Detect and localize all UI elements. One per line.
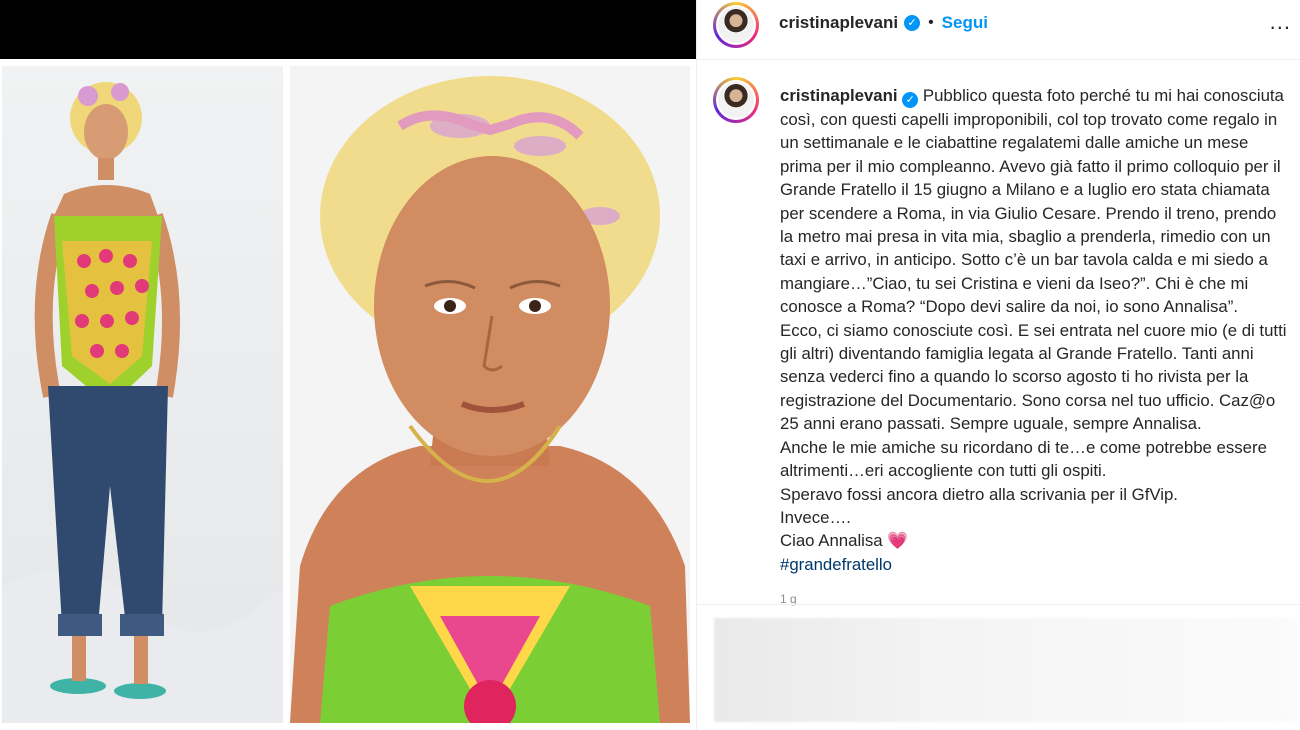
avatar[interactable] (713, 2, 759, 48)
avatar-image (718, 82, 754, 118)
caption-text-3: Anche le mie amiche su ricordano di te…e… (780, 437, 1267, 481)
post-header: cristinaplevani ✓ • Segui ... (697, 0, 1300, 60)
hashtag-line: #grandefratello (780, 553, 1290, 576)
caption-text-2: Ecco, ci siamo conosciute così. E sei en… (780, 320, 1287, 434)
verified-badge-icon: ✓ (902, 92, 919, 108)
woman-portrait-illustration (290, 66, 690, 723)
separator-dot: • (928, 14, 934, 31)
blurred-actions-area (714, 618, 1298, 722)
more-options-icon[interactable]: ... (1270, 9, 1291, 35)
post-caption: cristinaplevani ✓ Pubblico questa foto p… (780, 84, 1290, 576)
post-media[interactable] (0, 0, 696, 730)
avatar-image (718, 7, 754, 43)
photo-full-body (2, 66, 283, 723)
username-link[interactable]: cristinaplevani (779, 13, 898, 33)
header-user-row: cristinaplevani ✓ • Segui (779, 13, 988, 33)
woman-full-body-illustration (2, 66, 283, 723)
caption-text-1: Pubblico questa foto perché tu mi hai co… (780, 86, 1284, 317)
panel-divider (696, 604, 1300, 605)
avatar-ring-inner (716, 5, 756, 45)
heart-emoji-icon: 💗 (887, 531, 909, 551)
follow-button[interactable]: Segui (942, 13, 988, 33)
hashtag-link[interactable]: #grandefratello (780, 555, 892, 574)
caption-avatar[interactable] (713, 77, 759, 123)
caption-text-5: Invece…. (780, 507, 851, 527)
caption-text-6: Ciao Annalisa (780, 531, 883, 551)
caption-line-greeting: Ciao Annalisa 💗 (780, 529, 1290, 552)
caption-text-4: Speravo fossi ancora dietro alla scrivan… (780, 484, 1178, 504)
photo-portrait (290, 66, 690, 723)
caption-paragraph-1: cristinaplevani ✓ Pubblico questa foto p… (780, 84, 1290, 319)
caption-username-link[interactable]: cristinaplevani (780, 86, 898, 105)
avatar-ring-inner (716, 80, 756, 120)
media-top-bar (0, 0, 696, 59)
verified-badge-icon: ✓ (904, 15, 921, 31)
